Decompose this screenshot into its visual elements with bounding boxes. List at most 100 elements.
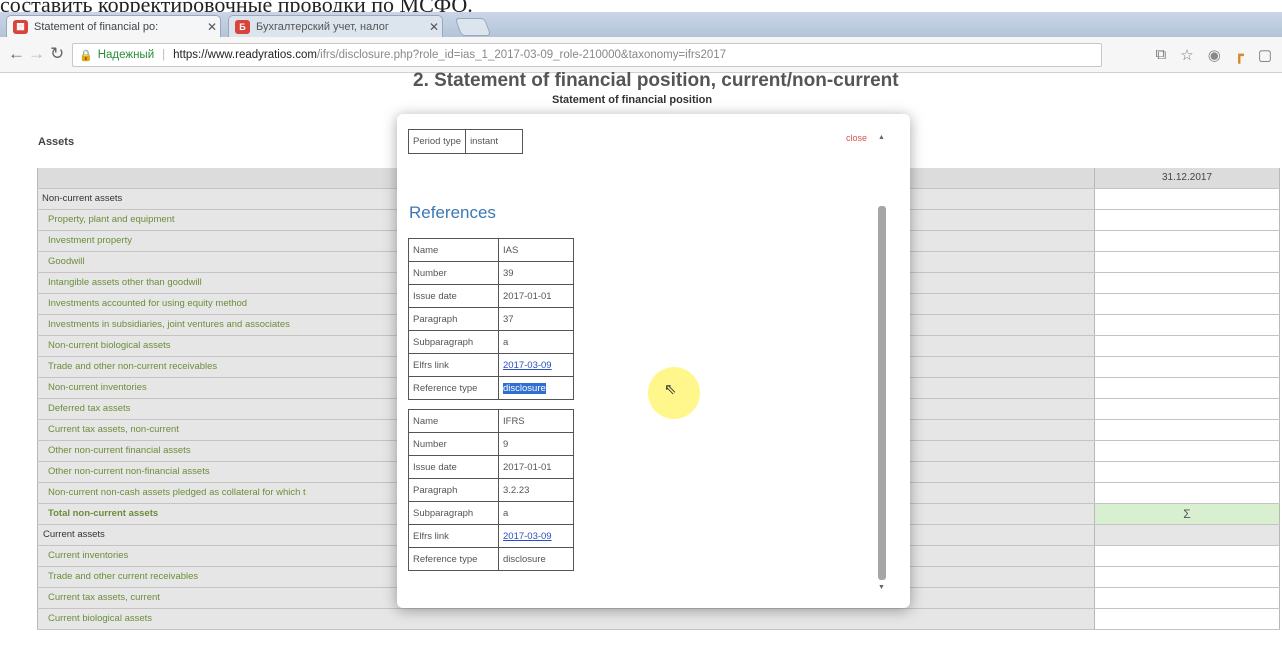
reference-value: a	[498, 330, 574, 354]
book-icon: Б	[235, 19, 250, 34]
row-value-cell[interactable]	[1095, 231, 1280, 251]
reference-key: Number	[408, 261, 499, 285]
reference-value-text: a	[503, 507, 509, 519]
row-value-cell[interactable]	[1095, 609, 1280, 629]
elfrs-link[interactable]: 2017-03-09	[503, 531, 552, 542]
mouse-cursor-icon: ⇖	[664, 381, 677, 398]
row-value-cell[interactable]	[1095, 546, 1280, 566]
reference-row: Issue date 2017-01-01	[408, 455, 574, 479]
reference-row: Name IAS	[408, 238, 574, 262]
pin-icon[interactable]: ┏	[1235, 46, 1244, 64]
reference-value-text: a	[503, 336, 509, 348]
row-value-cell[interactable]	[1095, 378, 1280, 398]
menu-icon[interactable]: ▢	[1258, 46, 1272, 64]
row-value-cell[interactable]	[1095, 210, 1280, 230]
translate-icon[interactable]: ⧉	[1156, 46, 1167, 64]
close-tab-icon[interactable]: ✕	[426, 20, 442, 34]
toolbar-icons: ⧉ ☆ ◉ ┏ ▢	[1156, 46, 1272, 64]
tab-label: Бухгалтерский учет, налог	[256, 20, 389, 33]
row-value-cell[interactable]	[1095, 294, 1280, 314]
row-value-cell[interactable]	[1095, 273, 1280, 293]
row-value-cell[interactable]	[1095, 588, 1280, 608]
tab-label: Statement of financial po:	[34, 20, 159, 33]
reference-value: 2017-01-01	[498, 455, 574, 479]
period-type-label: Period type	[407, 129, 467, 154]
row-value-cell[interactable]	[1095, 567, 1280, 587]
caption-text: составить корректировочные проводки по М…	[0, 0, 1282, 12]
reference-key: Paragraph	[408, 307, 499, 331]
lock-icon: 🔒	[79, 49, 93, 62]
tab-accounting[interactable]: Б Бухгалтерский учет, налог ✕	[228, 15, 443, 37]
url-host: https://www.readyratios.com	[173, 49, 317, 61]
ratio-icon: ▦	[13, 19, 28, 34]
row-value-cell[interactable]	[1095, 420, 1280, 440]
elfrs-link[interactable]: 2017-03-09	[503, 360, 552, 371]
reference-value-text: IAS	[503, 244, 519, 256]
reference-row: Subparagraph a	[408, 330, 574, 354]
reference-row: Paragraph 37	[408, 307, 574, 331]
address-separator: |	[162, 49, 166, 61]
reference-key: Number	[408, 432, 499, 456]
reference-key: Name	[408, 409, 499, 433]
reference-key: Elfrs link	[408, 524, 499, 548]
reference-key: Name	[408, 238, 499, 262]
row-value-cell[interactable]	[1095, 483, 1280, 503]
reference-key: Subparagraph	[408, 501, 499, 525]
reference-value-text: 37	[503, 313, 514, 325]
new-tab-button[interactable]	[454, 18, 492, 36]
date-column-header: 31.12.2017	[1095, 168, 1280, 188]
secure-label: Надежный	[97, 49, 155, 61]
reference-row: Number 9	[408, 432, 574, 456]
reference-key: Paragraph	[408, 478, 499, 502]
row-value-cell[interactable]	[1095, 315, 1280, 335]
reference-table-ias: Name IAS Number 39 Issue date 2017-01-01 Parag…	[408, 238, 574, 400]
reference-value: 39	[498, 261, 574, 285]
period-type-value: instant	[465, 129, 524, 154]
reference-value: 9	[498, 432, 574, 456]
reference-value-text: 39	[503, 267, 514, 279]
reference-value: IAS	[498, 238, 574, 262]
reference-row: Issue date 2017-01-01	[408, 284, 574, 308]
modal-scrollbar[interactable]: ▲ ▼	[876, 134, 888, 600]
row-value-cell[interactable]	[1095, 441, 1280, 461]
reference-value: IFRS	[498, 409, 574, 433]
row-value-cell[interactable]	[1095, 252, 1280, 272]
row-value-cell[interactable]	[1095, 357, 1280, 377]
reference-row: Number 39	[408, 261, 574, 285]
row-value-cell[interactable]	[1095, 462, 1280, 482]
extension-icon[interactable]: ◉	[1208, 46, 1221, 64]
reference-value: disclosure	[498, 376, 574, 400]
reference-key: Reference type	[408, 547, 499, 571]
row-value-cell[interactable]	[1095, 336, 1280, 356]
row-value-cell	[1095, 189, 1280, 209]
scroll-up-icon[interactable]: ▲	[878, 134, 885, 141]
page-subtitle: Statement of financial position	[552, 94, 713, 106]
row-value-cell[interactable]	[1095, 399, 1280, 419]
close-tab-icon[interactable]: ✕	[204, 20, 220, 34]
reference-value-text: disclosure	[503, 553, 546, 565]
reference-value-text: 9	[503, 438, 509, 450]
reference-value-text: 2017-01-01	[503, 461, 552, 473]
reference-row: Elfrs link 2017-03-09	[408, 524, 574, 548]
reference-value: 2017-01-01	[498, 284, 574, 308]
scrollbar-thumb[interactable]	[878, 206, 886, 580]
references-title: References	[409, 203, 496, 222]
close-modal-link[interactable]: close	[846, 133, 867, 143]
back-icon[interactable]: ←	[8, 45, 25, 63]
reload-icon[interactable]: ↻	[50, 45, 64, 63]
reference-value-text: disclosure	[503, 382, 546, 394]
reference-value-text: 2017-01-01	[503, 290, 552, 302]
row-value-cell: Σ	[1095, 504, 1280, 524]
reference-row: Name IFRS	[408, 409, 574, 433]
page-title: 2. Statement of financial position, curr…	[413, 70, 899, 91]
address-bar[interactable]: 🔒 Надежный | https://www.readyratios.com…	[72, 43, 1102, 67]
reference-row: Subparagraph a	[408, 501, 574, 525]
reference-row: Reference type disclosure	[408, 376, 574, 400]
bookmark-star-icon[interactable]: ☆	[1180, 46, 1193, 64]
scroll-down-icon[interactable]: ▼	[878, 584, 885, 591]
reference-key: Elfrs link	[408, 353, 499, 377]
reference-value-text: 3.2.23	[503, 484, 530, 496]
reference-value-text: IFRS	[503, 415, 525, 427]
forward-icon[interactable]: →	[28, 45, 45, 63]
tab-statement[interactable]: ▦ Statement of financial po: ✕	[6, 15, 221, 37]
